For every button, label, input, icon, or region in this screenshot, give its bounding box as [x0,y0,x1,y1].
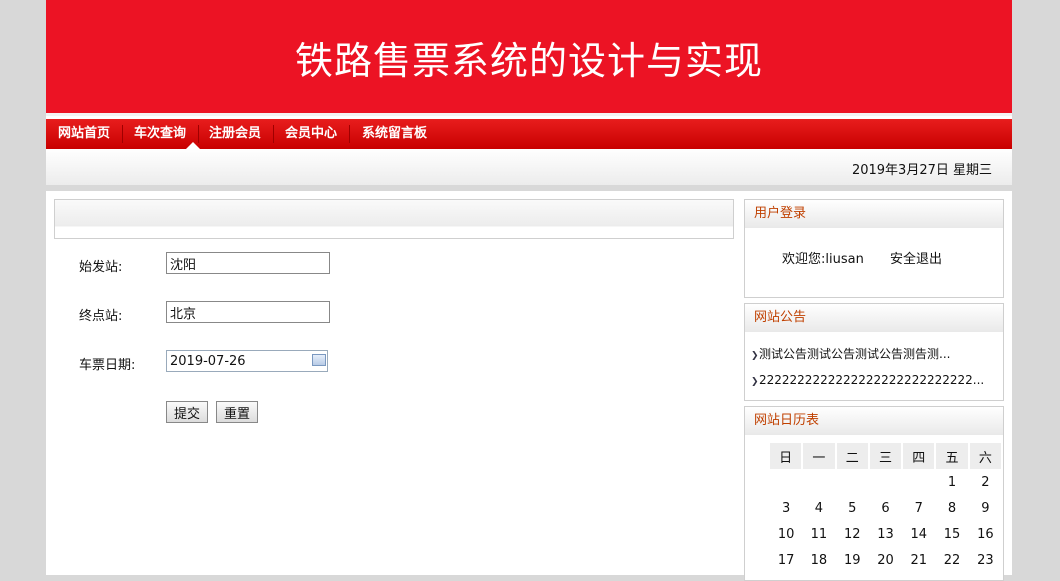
nav-home[interactable]: 网站首页 [58,119,110,149]
calendar-day: 14 [910,526,928,542]
calendar-icon[interactable] [312,354,326,366]
ticket-date-input[interactable] [166,350,328,372]
calendar-day [869,469,902,495]
calendar-day: 17 [777,552,795,568]
welcome-text: 欢迎您:liusan [782,248,864,267]
notice-text: 测试公告测试公告测试公告测告测... [759,347,951,361]
site-banner: 铁路售票系统的设计与实现 [46,0,1012,116]
calendar-week-row: 1 2 [770,469,1002,495]
calendar-day: 15 [943,526,961,542]
calendar-day: 21 [910,552,928,568]
calendar-day [770,469,802,495]
calendar-day: 1 [947,474,957,490]
from-station-input[interactable] [166,252,330,274]
logout-link[interactable]: 安全退出 [890,248,942,267]
nav-divider [122,125,123,143]
notice-item[interactable]: ❯测试公告测试公告测试公告测告测... [751,345,991,362]
weekday-header: 六 [968,443,1004,469]
calendar-day: 23 [977,552,994,568]
calendar-day: 7 [914,500,923,516]
nav-message-board[interactable]: 系统留言板 [362,119,427,149]
weekday-header: 日 [770,443,804,469]
nav-train-search[interactable]: 车次查询 [134,119,186,149]
calendar-weekday-row: 日 一 二 三 四 五 六 [770,443,1004,469]
calendar-day: 13 [877,526,894,542]
to-station-input[interactable] [166,301,330,323]
calendar-day: 10 [777,526,795,542]
notice-panel: 网站公告 ❯测试公告测试公告测试公告测告测... ❯22222222222222… [744,303,1004,401]
calendar-title: 网站日历表 [745,407,1003,435]
login-panel: 用户登录 欢迎您:liusan 安全退出 [744,199,1004,298]
calendar-day [836,469,869,495]
calendar-day: 5 [848,500,857,516]
date-bar: 2019年3月27日 星期三 [46,149,1012,185]
calendar-day: 18 [810,552,828,568]
calendar-table: 日 一 二 三 四 五 六 1 2 3 4 5 6 7 8 9 10 11 12… [770,443,1004,573]
calendar-panel: 网站日历表 日 一 二 三 四 五 六 1 2 3 4 5 6 7 8 9 10… [744,406,1004,581]
main-nav: 网站首页 车次查询 注册会员 会员中心 系统留言板 [46,119,1012,149]
weekday-header: 四 [902,443,937,469]
bullet-icon: ❯ [751,351,759,361]
calendar-day: 12 [843,526,861,542]
site-title: 铁路售票系统的设计与实现 [294,39,763,83]
reset-button[interactable]: 重置 [216,401,259,423]
username: liusan [825,252,864,267]
search-panel-header [54,199,734,239]
notice-title: 网站公告 [745,304,1003,332]
active-tab-caret [186,142,200,149]
notice-text: 2222222222222222222222222222... [759,373,985,387]
nav-divider [349,125,350,143]
calendar-week-row: 3 4 5 6 7 8 9 [770,495,1002,521]
submit-button[interactable]: 提交 [166,401,209,423]
calendar-day: 8 [947,500,957,516]
calendar-day: 3 [782,500,791,516]
nav-register[interactable]: 注册会员 [209,119,261,149]
from-station-label: 始发站: [79,260,123,275]
welcome-label: 欢迎您: [782,252,826,267]
nav-divider [273,125,274,143]
current-date: 2019年3月27日 星期三 [851,163,992,178]
calendar-week-row: 17 18 19 20 21 22 23 [770,547,1002,573]
calendar-day: 20 [877,552,894,568]
weekday-header: 三 [868,443,904,469]
calendar-day: 22 [943,552,961,568]
calendar-day: 19 [843,552,861,568]
weekday-header: 五 [935,443,970,469]
weekday-header: 一 [802,443,837,469]
to-station-label: 终点站: [79,309,123,324]
calendar-day [802,469,835,495]
page-wrapper: 铁路售票系统的设计与实现 网站首页 车次查询 注册会员 会员中心 系统留言板 2… [46,0,1012,581]
calendar-day: 16 [977,526,994,542]
ticket-date-label: 车票日期: [79,358,136,373]
calendar-day: 9 [981,500,990,516]
calendar-day: 4 [814,500,824,516]
divider [46,185,1012,191]
notice-item[interactable]: ❯2222222222222222222222222222... [751,373,991,387]
calendar-day: 2 [981,474,990,490]
weekday-header: 二 [835,443,870,469]
calendar-day [902,469,935,495]
login-title: 用户登录 [745,200,1003,228]
nav-member-center[interactable]: 会员中心 [285,119,337,149]
calendar-day: 11 [810,526,828,542]
bullet-icon: ❯ [751,377,759,387]
calendar-day: 6 [881,500,890,516]
calendar-week-row: 10 11 12 13 14 15 16 [770,521,1002,547]
nav-divider [198,125,199,143]
